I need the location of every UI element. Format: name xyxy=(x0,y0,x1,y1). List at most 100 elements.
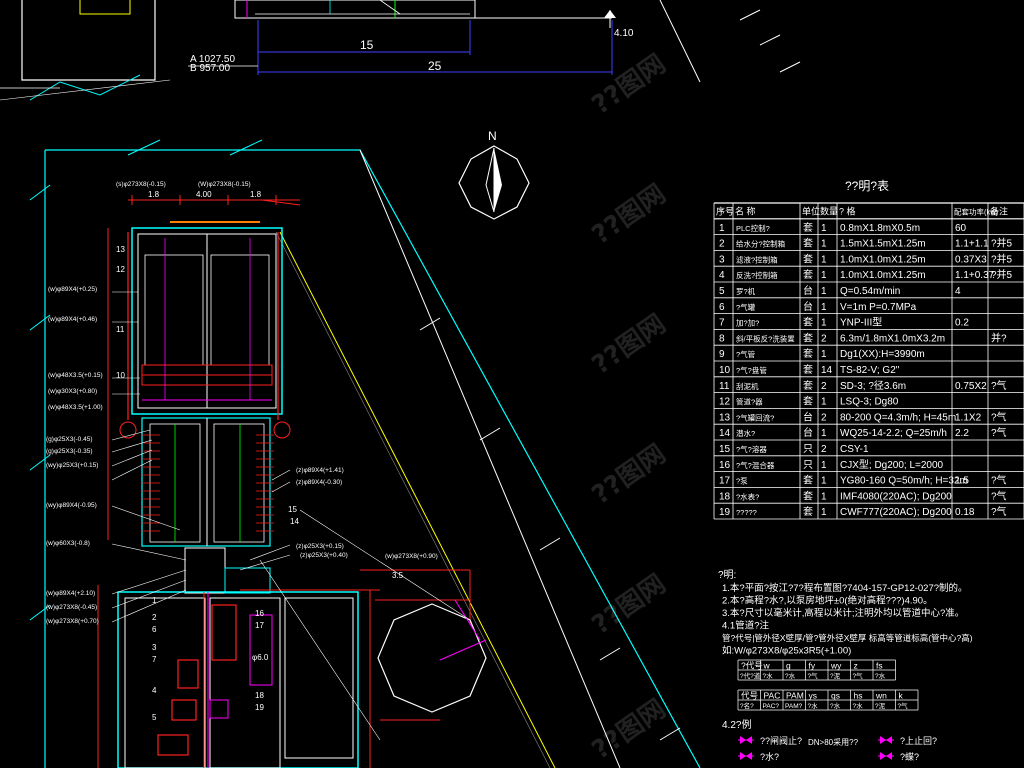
table-cell: 套 xyxy=(803,379,813,392)
table-header-cell: 名 称 xyxy=(735,206,756,217)
table-cell: 1 xyxy=(821,349,827,360)
pipe-tag: (w)φ273X8(+0.90) xyxy=(385,553,438,560)
table-cell: 1 xyxy=(821,397,827,408)
legend-label: ??闸阀止? xyxy=(760,735,802,746)
table-cell: ?气?混合器 xyxy=(736,460,775,470)
table-header-cell: 数量 xyxy=(820,206,838,217)
table-cell: 3 xyxy=(719,254,725,265)
table-cell: 1.0mX1.0mX1.25m xyxy=(840,254,926,265)
pipe-tag: (z)φ89X4(+1.41) xyxy=(296,467,344,474)
table-cell: ?气罐 xyxy=(736,302,756,312)
table-cell: 1.5mX1.5mX1.25m xyxy=(840,239,926,250)
note-line: 如:W/φ273X8/φ25x3R5(+1.00) xyxy=(722,645,851,657)
code-sub-cell: ?泥 xyxy=(830,672,841,680)
table-cell: 0.18 xyxy=(955,507,975,518)
part-number: 17 xyxy=(255,621,264,630)
code-cell: z xyxy=(854,661,858,671)
table-cell: 0.8mX1.8mX0.5m xyxy=(840,223,920,234)
code-sub-cell: ?水 xyxy=(853,701,864,710)
table-cell: ?气 xyxy=(991,489,1007,502)
table-cell: 1 xyxy=(821,254,827,265)
table-cell: 0.37X3 xyxy=(955,254,987,265)
part-number: 12 xyxy=(116,265,125,274)
part-number: 3 xyxy=(152,643,157,652)
code-sub-cell: ?泥 xyxy=(875,702,886,710)
table-header-cell: 序号 xyxy=(716,206,734,217)
table-cell: 14 xyxy=(821,365,833,376)
part-number: 5 xyxy=(152,713,157,722)
code-sub-cell: ?名? xyxy=(740,701,754,710)
table-cell: 17 xyxy=(719,476,731,487)
code-sub-cell: ?水 xyxy=(763,671,774,680)
note-line: 管?代号|管外径X壁厚/管?管外径X壁厚 标高等管道标高(管中心?高) xyxy=(722,633,973,643)
pipe-tag: (w)φ273X8(-0.45) xyxy=(46,604,97,611)
table-cell: WQ25-14-2.2; Q=25m/h xyxy=(840,428,947,439)
table-cell: 60 xyxy=(955,223,967,234)
north-label: N xyxy=(488,129,497,143)
code-sub-cell: ?水 xyxy=(808,701,819,710)
table-cell: 4 xyxy=(955,286,961,297)
pipe-tag: (W)φ273X8(-0.15) xyxy=(198,181,251,188)
table-cell: V=1m P=0.7MPa xyxy=(840,302,917,313)
table-cell: ?气?溶器 xyxy=(736,444,767,454)
table-cell: 套 xyxy=(803,474,813,487)
code-cell: ys xyxy=(809,691,818,701)
table-cell: ????? xyxy=(736,508,757,517)
table-cell: 8 xyxy=(719,333,725,344)
note-line: 3.本?尺寸以毫米计,高程以米计;注明外均以管道中心?准。 xyxy=(722,607,964,619)
plan-dim: φ6.0 xyxy=(252,653,269,662)
pipe-tag: (w)φ273X8(+0.70) xyxy=(46,618,99,625)
code-cell: w xyxy=(763,661,771,671)
code-cell: g xyxy=(786,661,791,671)
table-cell: 套 xyxy=(803,268,813,281)
table-cell: 1.1+1.1 xyxy=(955,239,989,250)
pipe-tag: (g)φ25X3(-0.35) xyxy=(46,448,92,455)
table-cell: CJX型; Dg200; L=2000 xyxy=(840,458,944,471)
plan-dim: 3.5 xyxy=(392,571,404,580)
table-cell: 5 xyxy=(719,286,725,297)
legend-label: ?水? xyxy=(760,751,779,762)
table-cell: 套 xyxy=(803,347,813,360)
table-cell: 6 xyxy=(719,302,725,313)
table-header-cell: ? 格 xyxy=(839,206,856,217)
table-cell: 11 xyxy=(719,381,730,392)
plan-dim: 1.8 xyxy=(148,190,160,199)
table-header-cell: 单位 xyxy=(802,206,820,217)
table-cell: 给水分?控制箱 xyxy=(736,239,786,249)
table-cell: 并? xyxy=(991,331,1007,344)
table-cell: IMF4080(220AC); Dg200 xyxy=(840,491,952,502)
table-cell: 1 xyxy=(821,286,827,297)
table-cell: Q=0.54m/min xyxy=(840,286,900,297)
table-cell: 台 xyxy=(803,426,813,439)
table-cell: 1.5 xyxy=(955,476,969,487)
pipe-tag: (s)φ273X8(-0.15) xyxy=(116,181,166,188)
legend-label: ?上止回? xyxy=(900,735,937,746)
table-cell: 套 xyxy=(803,363,813,376)
pipe-tag: (z)φ25X3(+0.40) xyxy=(300,552,348,559)
code-sub-cell: PAM? xyxy=(785,703,803,710)
table-cell: CWF777(220AC); Dg200 xyxy=(840,507,952,518)
part-number: 19 xyxy=(255,703,264,712)
table-cell: 7 xyxy=(719,318,725,329)
table-cell: 1 xyxy=(821,270,827,281)
table-cell: ?气 xyxy=(991,426,1007,439)
table-cell: YG80-160 Q=50m/h; H=32m xyxy=(840,476,968,487)
table-cell: ?泵 xyxy=(736,477,748,486)
table-cell: ?并5 xyxy=(991,252,1013,265)
table-cell: ?气 xyxy=(991,474,1007,487)
part-number: 16 xyxy=(255,609,264,618)
pipe-tag: (w)φ89X4(+0.25) xyxy=(48,286,97,293)
table-cell: 15 xyxy=(719,444,731,455)
code-sub-cell: ?水 xyxy=(785,671,796,680)
table-cell: SD-3; ?径3.6m xyxy=(840,379,906,392)
pipe-tag: (wy)φ25X3(+0.15) xyxy=(46,462,98,469)
part-number: 2 xyxy=(152,613,157,622)
legend-heading: 4.2?例 xyxy=(722,718,751,731)
pipe-tag: (g)φ25X3(-0.45) xyxy=(46,436,92,443)
table-cell: 1 xyxy=(719,223,725,234)
code-sub-cell: ?水 xyxy=(875,671,886,680)
table-cell: 套 xyxy=(803,489,813,502)
table-cell: 2 xyxy=(821,381,827,392)
code-cell: wy xyxy=(830,661,842,671)
table-cell: 只 xyxy=(803,460,813,471)
